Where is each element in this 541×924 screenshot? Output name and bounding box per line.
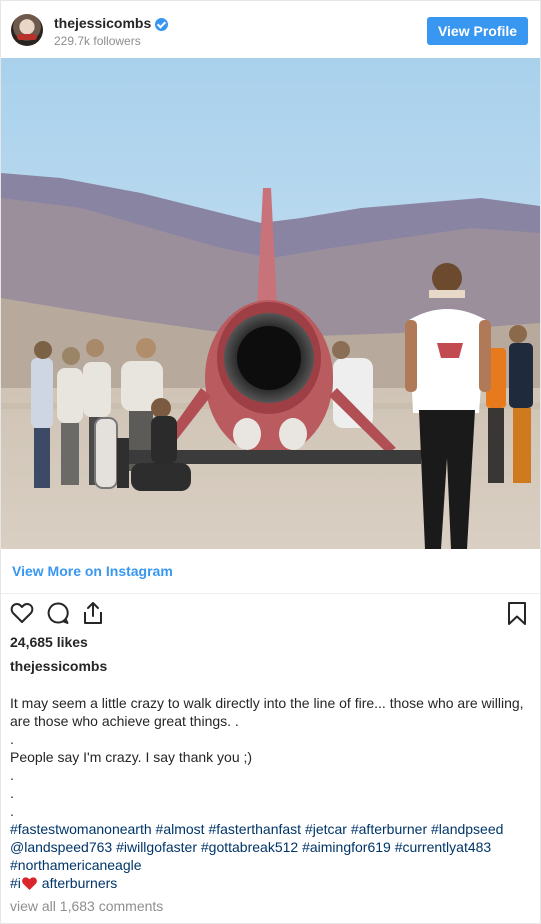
- post-header: thejessicombs 229.7k followers View Prof…: [1, 1, 540, 58]
- caption-dot: .: [10, 803, 14, 819]
- caption-line: are those who achieve great things. .: [10, 713, 239, 729]
- caption-dot: .: [10, 767, 14, 783]
- caption-line: People say I'm crazy. I say thank you ;): [10, 749, 253, 765]
- instagram-embed-card: thejessicombs 229.7k followers View Prof…: [0, 0, 541, 924]
- hashtag-prefix[interactable]: #i: [10, 875, 21, 891]
- view-more-on-instagram-link[interactable]: View More on Instagram: [12, 563, 173, 579]
- caption-dot: .: [10, 731, 14, 747]
- comment-icon[interactable]: [45, 600, 71, 626]
- red-heart-emoji-icon: [22, 877, 37, 890]
- divider: [1, 593, 540, 594]
- username-row: thejessicombs: [54, 15, 169, 31]
- hashtags-line[interactable]: #i afterburners: [10, 874, 530, 892]
- heart-icon[interactable]: [9, 600, 35, 626]
- hashtags-line[interactable]: @landspeed763 #iwillgofaster #gottabreak…: [10, 838, 530, 856]
- verified-badge-icon: [155, 17, 169, 31]
- followers-count: 229.7k followers: [54, 34, 141, 48]
- post-caption: It may seem a little crazy to walk direc…: [10, 694, 530, 892]
- caption-dot: .: [10, 785, 14, 801]
- username[interactable]: thejessicombs: [54, 15, 151, 31]
- hashtags-line[interactable]: #northamericaneagle: [10, 856, 530, 874]
- view-all-comments-link[interactable]: view all 1,683 comments: [10, 898, 163, 914]
- avatar[interactable]: [11, 14, 43, 46]
- hashtag-suffix[interactable]: afterburners: [38, 875, 118, 891]
- bookmark-icon[interactable]: [504, 600, 530, 626]
- caption-line: It may seem a little crazy to walk direc…: [10, 695, 524, 711]
- share-icon[interactable]: [80, 600, 106, 626]
- likes-count[interactable]: 24,685 likes: [10, 634, 88, 650]
- view-profile-button[interactable]: View Profile: [427, 17, 528, 45]
- post-photo[interactable]: [1, 58, 540, 549]
- caption-author[interactable]: thejessicombs: [10, 658, 107, 674]
- hashtags-line[interactable]: #fastestwomanonearth #almost #fasterthan…: [10, 820, 530, 838]
